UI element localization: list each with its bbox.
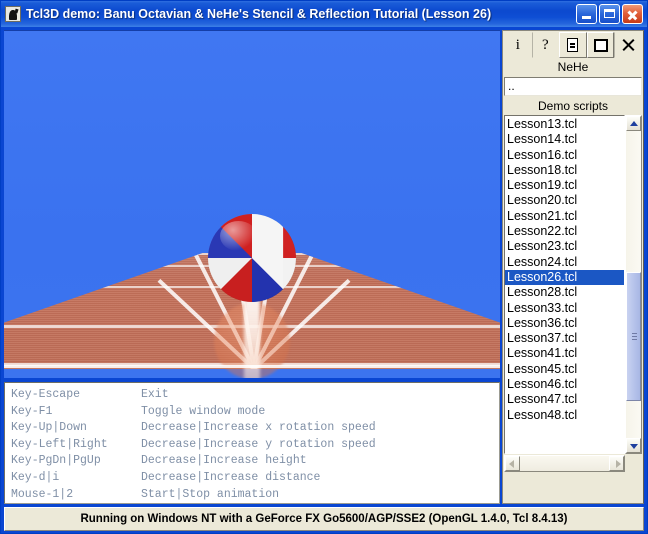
list-item[interactable]: Lesson47.tcl bbox=[505, 392, 624, 407]
keybinding-key: Key-Escape bbox=[11, 388, 81, 401]
panel-toolbar: i ? bbox=[504, 32, 642, 58]
application-window: Tcl3D demo: Banu Octavian & NeHe's Stenc… bbox=[0, 0, 648, 534]
list-item[interactable]: Lesson28.tcl bbox=[505, 285, 624, 300]
keybinding-action: Decrease|Increase height bbox=[141, 454, 307, 468]
window-title: Tcl3D demo: Banu Octavian & NeHe's Stenc… bbox=[26, 7, 492, 21]
vertical-scroll-track[interactable] bbox=[626, 131, 641, 439]
keybinding-key: Mouse-1|2 bbox=[11, 487, 74, 501]
keybinding-row: Key-PgDn|PgUp Decrease|Increase height bbox=[11, 453, 499, 470]
list-item[interactable]: Lesson41.tcl bbox=[505, 346, 624, 361]
list-item[interactable]: Lesson45.tcl bbox=[505, 362, 624, 377]
keybinding-row: Key-Left|Right Decrease|Increase y rotati… bbox=[11, 437, 499, 454]
keybinding-action: Toggle window mode bbox=[141, 404, 266, 418]
right-panel: i ? NeHe .. Demo scripts Lesson13.tcl Le… bbox=[502, 30, 644, 505]
keybinding-row: Key-d|i Decrease|Increase distance bbox=[11, 470, 499, 487]
info-button[interactable]: i bbox=[504, 32, 532, 58]
keybinding-row: Mouse-1|2 Start|Stop animation bbox=[11, 487, 499, 504]
keybindings-text: Key-Escape Exit Key-F1 Toggle window mode Ke… bbox=[5, 383, 499, 503]
horizontal-scrollbar[interactable] bbox=[504, 455, 625, 473]
list-item[interactable]: Lesson48.tcl bbox=[505, 408, 624, 423]
list-item[interactable]: Lesson23.tcl bbox=[505, 239, 624, 254]
list-item[interactable]: Lesson37.tcl bbox=[505, 331, 624, 346]
close-x-icon bbox=[621, 38, 635, 52]
list-item[interactable]: Lesson24.tcl bbox=[505, 255, 624, 270]
keybinding-row: Key-F1 Toggle window mode bbox=[11, 404, 499, 421]
list-item[interactable]: Lesson26.tcl bbox=[505, 269, 624, 286]
keybinding-row: Key-Escape Exit bbox=[11, 387, 499, 404]
list-item[interactable]: Lesson13.tcl bbox=[505, 117, 624, 132]
vertical-scroll-thumb[interactable] bbox=[626, 272, 641, 402]
horizontal-scroll-track[interactable] bbox=[520, 456, 609, 472]
fullscreen-button[interactable] bbox=[586, 32, 615, 58]
list-item[interactable]: Lesson21.tcl bbox=[505, 209, 624, 224]
list-item[interactable]: Lesson20.tcl bbox=[505, 193, 624, 208]
opengl-viewport[interactable] bbox=[4, 30, 500, 378]
keybinding-action: Decrease|Increase y rotation speed bbox=[141, 437, 376, 451]
question-mark-icon: ? bbox=[542, 36, 549, 53]
help-button[interactable]: ? bbox=[531, 32, 560, 58]
scripts-list-row: Lesson13.tcl Lesson14.tcl Lesson16.tcl Less… bbox=[504, 115, 642, 455]
keybinding-action: Decrease|Increase distance bbox=[141, 470, 321, 484]
list-item[interactable]: Lesson22.tcl bbox=[505, 224, 624, 239]
keybinding-key: Key-Left|Right bbox=[11, 437, 108, 451]
list-item[interactable]: Lesson19.tcl bbox=[505, 178, 624, 193]
scroll-left-arrow[interactable] bbox=[505, 456, 520, 472]
list-item[interactable]: Lesson14.tcl bbox=[505, 132, 624, 147]
status-bar: Running on Windows NT with a GeForce FX … bbox=[4, 507, 644, 532]
scripts-listbox[interactable]: Lesson13.tcl Lesson14.tcl Lesson16.tcl Less… bbox=[504, 115, 625, 455]
group-label: NeHe bbox=[504, 58, 642, 76]
app-icon bbox=[5, 6, 21, 22]
info-icon: i bbox=[515, 36, 520, 53]
window-square-icon bbox=[593, 38, 608, 52]
scroll-up-arrow[interactable] bbox=[626, 116, 641, 131]
list-item[interactable]: Lesson18.tcl bbox=[505, 163, 624, 178]
scripts-label: Demo scripts bbox=[504, 97, 642, 115]
document-icon bbox=[567, 38, 579, 52]
keybinding-action: Exit bbox=[141, 388, 169, 401]
list-item[interactable]: Lesson36.tcl bbox=[505, 316, 624, 331]
keybinding-key: Key-Up|Down bbox=[11, 421, 87, 435]
beach-ball bbox=[208, 214, 296, 302]
path-input[interactable]: .. bbox=[504, 77, 642, 96]
keybinding-row: Key-Up|Down Decrease|Increase x rotation … bbox=[11, 420, 499, 437]
keybinding-key: Key-PgDn|PgUp bbox=[11, 454, 101, 468]
keybinding-action: Start|Stop animation bbox=[141, 487, 280, 501]
scripts-list-container: Lesson13.tcl Lesson14.tcl Lesson16.tcl Less… bbox=[504, 115, 642, 503]
window-body: Key-Escape Exit Key-F1 Toggle window mode Ke… bbox=[1, 27, 647, 505]
left-column: Key-Escape Exit Key-F1 Toggle window mode Ke… bbox=[4, 30, 500, 505]
keybinding-action: Decrease|Increase x rotation speed bbox=[141, 421, 376, 435]
keybinding-key: Key-F1 bbox=[11, 404, 53, 418]
list-item[interactable]: Lesson33.tcl bbox=[505, 301, 624, 316]
keybindings-panel[interactable]: Key-Escape Exit Key-F1 Toggle window mode Ke… bbox=[4, 382, 500, 505]
close-button[interactable] bbox=[622, 4, 643, 24]
quit-button[interactable] bbox=[614, 32, 642, 58]
list-item[interactable]: Lesson16.tcl bbox=[505, 148, 624, 163]
maximize-button[interactable] bbox=[599, 4, 620, 24]
floor-near-edge bbox=[4, 365, 500, 368]
source-code-button[interactable] bbox=[559, 32, 587, 58]
vertical-scrollbar[interactable] bbox=[625, 115, 642, 455]
title-bar: Tcl3D demo: Banu Octavian & NeHe's Stenc… bbox=[1, 1, 647, 27]
ball-highlight bbox=[220, 221, 258, 251]
list-item[interactable]: Lesson46.tcl bbox=[505, 377, 624, 392]
keybinding-key: Key-d|i bbox=[11, 470, 60, 484]
scroll-down-arrow[interactable] bbox=[626, 438, 641, 454]
panel-filler bbox=[504, 472, 642, 503]
scroll-right-arrow[interactable] bbox=[609, 456, 624, 472]
minimize-button[interactable] bbox=[576, 4, 597, 24]
